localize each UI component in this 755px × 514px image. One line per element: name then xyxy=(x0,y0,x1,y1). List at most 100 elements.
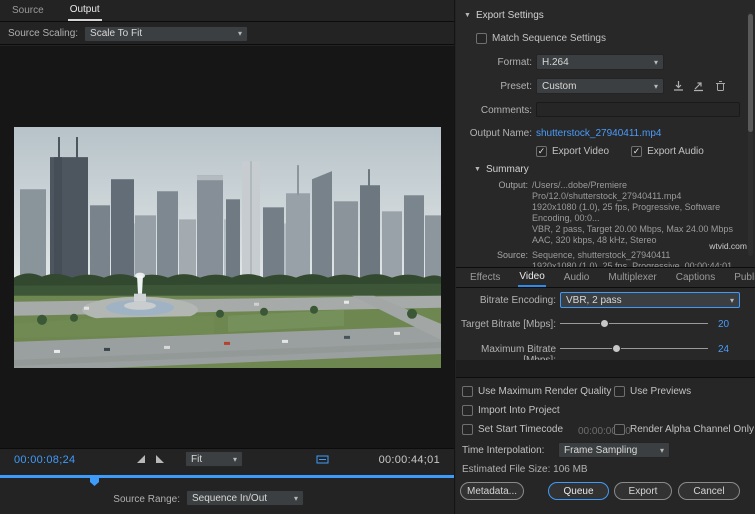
format-dropdown[interactable]: H.264 ▾ xyxy=(536,54,664,70)
preset-dropdown[interactable]: Custom ▾ xyxy=(536,78,664,94)
metadata-button[interactable]: Metadata... xyxy=(460,482,524,500)
comments-input[interactable] xyxy=(536,102,740,117)
scrollbar-thumb[interactable] xyxy=(748,14,753,132)
time-interpolation-value: Frame Sampling xyxy=(564,445,637,456)
chevron-down-icon: ▾ xyxy=(233,455,237,464)
cancel-button[interactable]: Cancel xyxy=(678,482,740,500)
render-alpha-label: Render Alpha Channel Only xyxy=(630,424,754,435)
tab-source[interactable]: Source xyxy=(10,1,46,20)
slider-track[interactable] xyxy=(560,323,708,324)
render-alpha-checkbox-row[interactable]: Render Alpha Channel Only xyxy=(614,424,754,435)
slider-track[interactable] xyxy=(560,348,708,349)
chevron-down-icon: ▾ xyxy=(660,446,664,455)
import-project-label: Import Into Project xyxy=(478,405,560,416)
match-sequence-checkbox[interactable] xyxy=(476,33,487,44)
render-alpha-checkbox[interactable] xyxy=(614,424,625,435)
import-preset-icon[interactable] xyxy=(690,79,706,93)
output-name-link[interactable]: shutterstock_27940411.mp4 xyxy=(536,128,661,139)
export-audio-checkbox-row[interactable]: ✓ Export Audio xyxy=(631,146,704,157)
bitrate-encoding-label: Bitrate Encoding: xyxy=(456,295,556,306)
export-audio-label: Export Audio xyxy=(647,146,704,157)
source-scaling-dropdown[interactable]: Scale To Fit ▾ xyxy=(84,26,248,42)
tab-output[interactable]: Output xyxy=(68,0,102,21)
check-icon: ✓ xyxy=(633,147,641,156)
work-area-bar[interactable] xyxy=(0,475,454,478)
time-interpolation-label: Time Interpolation: xyxy=(462,445,544,456)
export-settings-dialog: Source Output Source Scaling: Scale To F… xyxy=(0,0,755,514)
source-range-label: Source Range: xyxy=(60,494,180,505)
source-scaling-label: Source Scaling: xyxy=(8,28,78,39)
import-project-checkbox[interactable] xyxy=(462,405,473,416)
summary-source-line: Sequence, shutterstock_27940411 xyxy=(532,250,732,261)
disclosure-icon[interactable]: ▼ xyxy=(474,166,481,173)
tab-audio[interactable]: Audio xyxy=(563,269,591,286)
disclosure-icon[interactable]: ▼ xyxy=(464,12,471,19)
target-bitrate-slider[interactable] xyxy=(560,316,708,330)
estimated-file-size: Estimated File Size: 106 MB xyxy=(462,464,588,475)
use-previews-checkbox[interactable] xyxy=(614,386,625,397)
settings-panel: ▼ Export Settings Match Sequence Setting… xyxy=(456,0,755,514)
source-range-dropdown[interactable]: Sequence In/Out ▾ xyxy=(186,490,304,506)
tab-multiplexer[interactable]: Multiplexer xyxy=(607,269,657,286)
tab-captions[interactable]: Captions xyxy=(675,269,716,286)
save-preset-icon[interactable] xyxy=(670,79,686,93)
chevron-down-icon: ▾ xyxy=(654,58,658,67)
playhead[interactable] xyxy=(90,477,99,486)
max-render-checkbox-row[interactable]: Use Maximum Render Quality xyxy=(462,386,611,397)
import-project-checkbox-row[interactable]: Import Into Project xyxy=(462,405,560,416)
match-sequence-label: Match Sequence Settings xyxy=(492,33,606,44)
format-value: H.264 xyxy=(542,57,569,68)
video-preview xyxy=(14,127,441,368)
chevron-down-icon: ▾ xyxy=(294,494,298,503)
tab-publish[interactable]: Publish xyxy=(733,269,755,286)
summary-title: Summary xyxy=(486,164,529,175)
match-sequence-checkbox-row[interactable]: Match Sequence Settings xyxy=(476,33,755,44)
bitrate-encoding-value: VBR, 2 pass xyxy=(566,295,622,306)
preset-label: Preset: xyxy=(456,81,532,92)
maximum-bitrate-value: 24 xyxy=(718,344,729,355)
tab-effects[interactable]: Effects xyxy=(469,269,501,286)
chevron-down-icon: ▾ xyxy=(730,296,734,305)
target-bitrate-value: 20 xyxy=(718,319,729,330)
set-out-icon[interactable] xyxy=(154,454,165,465)
set-in-icon[interactable] xyxy=(136,454,147,465)
delete-preset-icon[interactable] xyxy=(712,79,728,93)
slider-thumb[interactable] xyxy=(600,319,609,328)
set-start-timecode-checkbox-row[interactable]: Set Start Timecode xyxy=(462,424,563,435)
source-range-value: Sequence In/Out xyxy=(192,493,267,504)
summary-output-line: VBR, 2 pass, Target 20.00 Mbps, Max 24.0… xyxy=(532,224,755,235)
check-icon: ✓ xyxy=(538,147,546,156)
format-label: Format: xyxy=(456,57,532,68)
zoom-level-dropdown[interactable]: Fit ▾ xyxy=(185,451,243,467)
use-previews-checkbox-row[interactable]: Use Previews xyxy=(614,386,691,397)
export-settings-title: Export Settings xyxy=(476,10,544,21)
chevron-down-icon: ▾ xyxy=(238,29,242,38)
render-options-section: Use Maximum Render Quality Use Previews … xyxy=(456,378,755,514)
timeline-scrubber[interactable] xyxy=(0,471,454,487)
slider-thumb[interactable] xyxy=(612,344,621,353)
set-start-timecode-checkbox[interactable] xyxy=(462,424,473,435)
comments-label: Comments: xyxy=(456,105,532,116)
export-audio-checkbox[interactable]: ✓ xyxy=(631,146,642,157)
chevron-down-icon: ▾ xyxy=(654,82,658,91)
preview-panel: Source Output Source Scaling: Scale To F… xyxy=(0,0,455,514)
queue-button[interactable]: Queue xyxy=(548,482,609,500)
source-range-icon[interactable] xyxy=(316,454,330,465)
export-button[interactable]: Export xyxy=(614,482,672,500)
bitrate-encoding-dropdown[interactable]: VBR, 2 pass ▾ xyxy=(560,292,740,308)
duration-timecode: 00:00:44;01 xyxy=(379,454,440,466)
export-video-checkbox[interactable]: ✓ xyxy=(536,146,547,157)
current-timecode: 00:00:08;24 xyxy=(14,454,75,466)
maximum-bitrate-slider[interactable] xyxy=(560,341,708,355)
output-name-label: Output Name: xyxy=(456,128,532,139)
tab-video[interactable]: Video xyxy=(518,268,545,287)
watermark: wtvid.com xyxy=(709,241,747,251)
max-render-checkbox[interactable] xyxy=(462,386,473,397)
time-interpolation-dropdown[interactable]: Frame Sampling ▾ xyxy=(558,442,670,458)
settings-tab-bar: Effects Video Audio Multiplexer Captions… xyxy=(456,267,755,288)
use-previews-label: Use Previews xyxy=(630,386,691,397)
max-render-label: Use Maximum Render Quality xyxy=(478,386,611,397)
export-video-checkbox-row[interactable]: ✓ Export Video xyxy=(536,146,609,157)
set-start-timecode-label: Set Start Timecode xyxy=(478,424,563,435)
settings-scrollbar[interactable] xyxy=(748,12,753,256)
